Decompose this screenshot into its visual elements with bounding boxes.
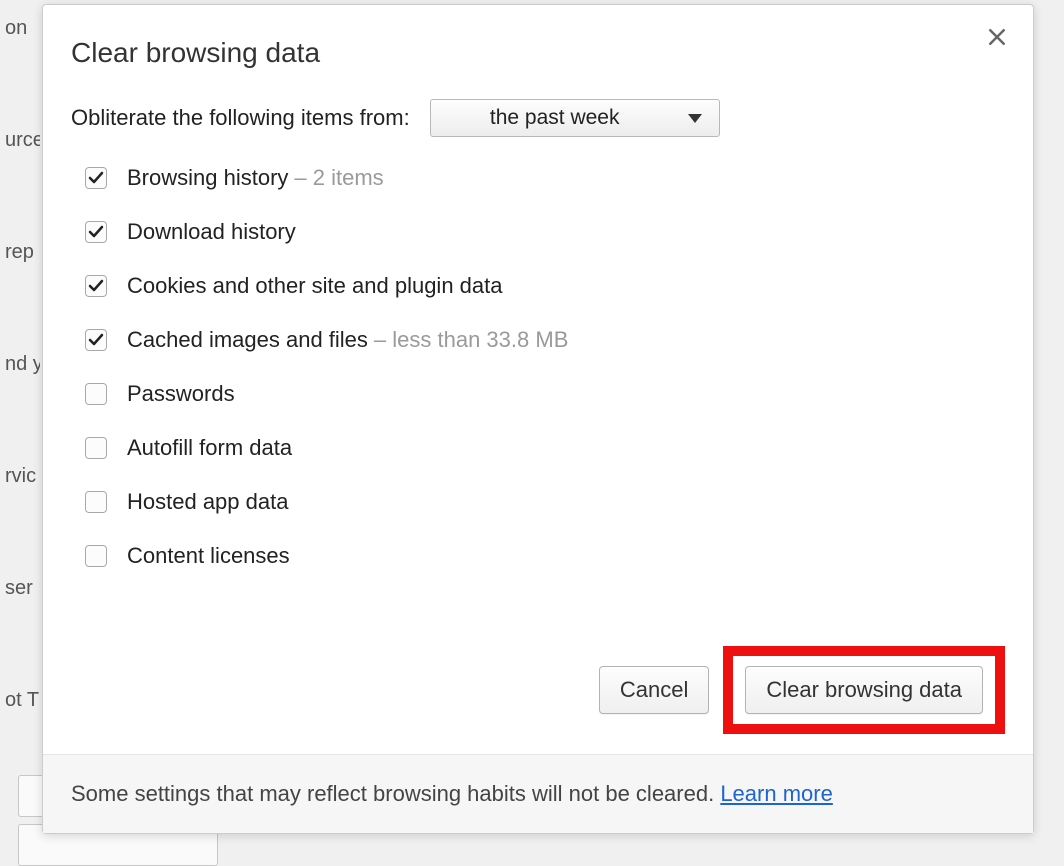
option-checkbox[interactable] xyxy=(85,383,107,405)
option-row: Download history xyxy=(85,219,1005,245)
option-checkbox[interactable] xyxy=(85,167,107,189)
time-range-select[interactable]: the past week xyxy=(430,99,720,137)
option-checkbox[interactable] xyxy=(85,221,107,243)
clear-browsing-data-dialog: Clear browsing data Obliterate the follo… xyxy=(42,4,1034,834)
option-label: Passwords xyxy=(127,381,235,407)
options-list: Browsing history – 2 items Download histo… xyxy=(71,165,1005,569)
option-extra: – 2 items xyxy=(294,165,383,191)
learn-more-link[interactable]: Learn more xyxy=(720,781,833,806)
option-row: Hosted app data xyxy=(85,489,1005,515)
option-extra: – less than 33.8 MB xyxy=(374,327,568,353)
dialog-footer: Some settings that may reflect browsing … xyxy=(43,754,1033,833)
option-checkbox[interactable] xyxy=(85,545,107,567)
option-label: Cached images and files xyxy=(127,327,368,353)
checkmark-icon xyxy=(88,224,104,240)
option-checkbox[interactable] xyxy=(85,437,107,459)
option-label: Hosted app data xyxy=(127,489,288,515)
checkmark-icon xyxy=(88,170,104,186)
dialog-body: Obliterate the following items from: the… xyxy=(43,81,1033,646)
close-icon xyxy=(988,28,1006,51)
cancel-button[interactable]: Cancel xyxy=(599,666,709,714)
time-range-row: Obliterate the following items from: the… xyxy=(71,99,1005,137)
time-range-label: Obliterate the following items from: xyxy=(71,105,410,131)
option-row: Cached images and files – less than 33.8… xyxy=(85,327,1005,353)
option-row: Content licenses xyxy=(85,543,1005,569)
footer-text: Some settings that may reflect browsing … xyxy=(71,781,720,806)
option-label: Browsing history xyxy=(127,165,288,191)
option-row: Cookies and other site and plugin data xyxy=(85,273,1005,299)
option-row: Passwords xyxy=(85,381,1005,407)
option-checkbox[interactable] xyxy=(85,329,107,351)
clear-browsing-data-button[interactable]: Clear browsing data xyxy=(745,666,983,714)
option-label: Cookies and other site and plugin data xyxy=(127,273,502,299)
dialog-button-row: Cancel Clear browsing data xyxy=(43,646,1033,754)
option-checkbox[interactable] xyxy=(85,275,107,297)
option-row: Browsing history – 2 items xyxy=(85,165,1005,191)
dialog-header: Clear browsing data xyxy=(43,5,1033,81)
background-text-fragment: on urce rep nd y rvic ser ot T orm l to … xyxy=(0,0,40,862)
dialog-title: Clear browsing data xyxy=(71,37,1005,69)
checkmark-icon xyxy=(88,332,104,348)
close-button[interactable] xyxy=(981,23,1013,55)
option-label: Download history xyxy=(127,219,296,245)
option-label: Autofill form data xyxy=(127,435,292,461)
option-label: Content licenses xyxy=(127,543,290,569)
option-row: Autofill form data xyxy=(85,435,1005,461)
highlight-annotation: Clear browsing data xyxy=(723,646,1005,734)
checkmark-icon xyxy=(88,278,104,294)
option-checkbox[interactable] xyxy=(85,491,107,513)
